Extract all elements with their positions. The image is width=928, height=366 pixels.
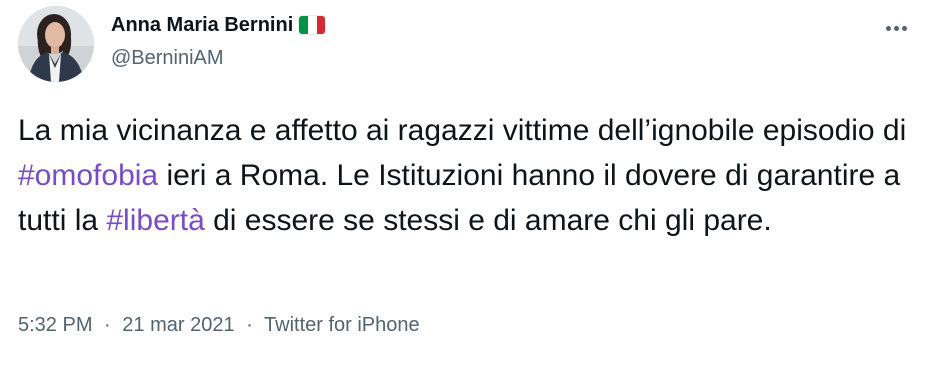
- tweet-card: Anna Maria Bernini @BerniniAM La mia vic…: [0, 0, 928, 366]
- meta-separator: ·: [246, 314, 253, 336]
- more-options-button[interactable]: [880, 12, 912, 44]
- author-handle[interactable]: @BerniniAM: [111, 47, 224, 70]
- tweet-metadata: 5:32 PM · 21 mar 2021 · Twitter for iPho…: [18, 314, 420, 337]
- avatar-image: [18, 6, 94, 82]
- tweet-text: La mia vicinanza e affetto ai ragazzi vi…: [18, 108, 918, 243]
- hashtag-link-omofobia[interactable]: #omofobia: [18, 159, 158, 192]
- tweet-text-segment: di essere se stessi e di amare chi gli p…: [204, 204, 772, 237]
- meta-separator: ·: [104, 314, 111, 336]
- author-display-name[interactable]: Anna Maria Bernini: [111, 14, 293, 37]
- tweet-date[interactable]: 21 mar 2021: [122, 314, 234, 336]
- tweet-source[interactable]: Twitter for iPhone: [264, 314, 420, 336]
- author-name-row: Anna Maria Bernini: [111, 12, 326, 38]
- italy-flag-icon: [299, 16, 326, 34]
- more-options-icon: [885, 25, 891, 31]
- avatar[interactable]: [18, 6, 94, 82]
- hashtag-link-liberta[interactable]: #libertà: [106, 204, 204, 237]
- tweet-text-segment: La mia vicinanza e affetto ai ragazzi vi…: [18, 114, 907, 147]
- tweet-time[interactable]: 5:32 PM: [18, 314, 92, 336]
